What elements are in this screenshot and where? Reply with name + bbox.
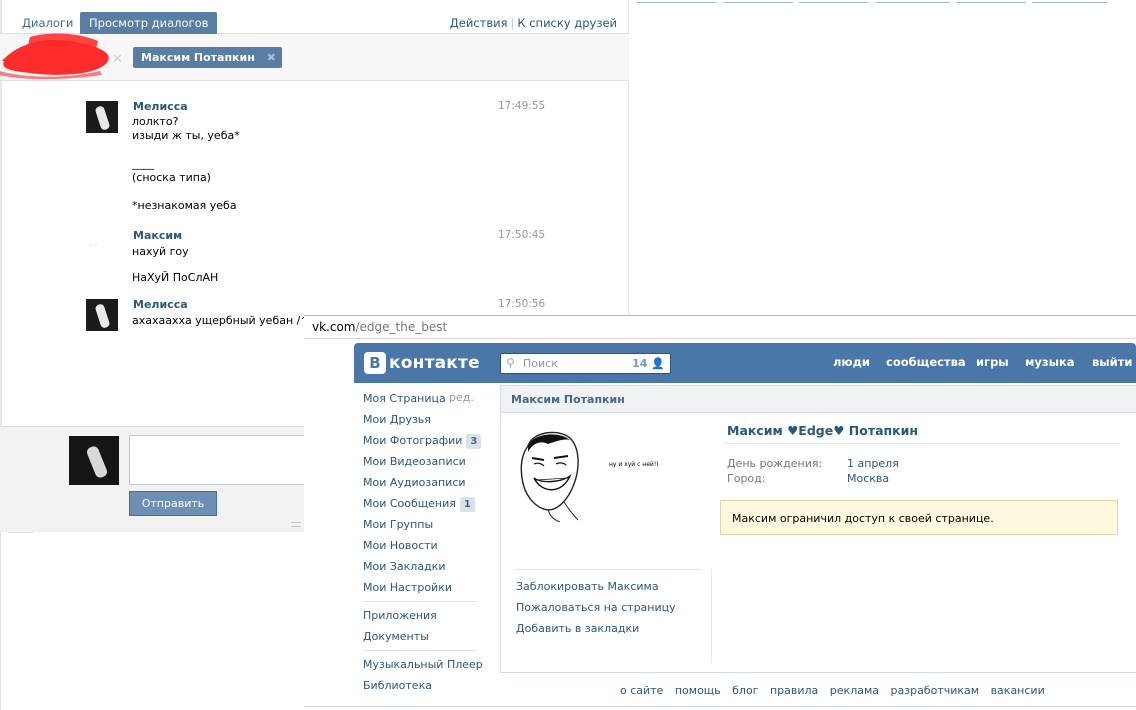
footer-link-blog[interactable]: блог <box>732 684 758 697</box>
count-badge: 3 <box>466 434 482 449</box>
sidebar-item-my-page[interactable]: Моя Страница <box>363 391 446 407</box>
message-input[interactable] <box>129 435 305 485</box>
sidebar-item-audio[interactable]: Мои Аудиозаписи <box>363 475 466 491</box>
nav-games[interactable]: игры <box>976 355 1009 369</box>
message-time: 17:50:45 <box>498 229 546 241</box>
city-value[interactable]: Москва <box>847 472 889 485</box>
resize-handle[interactable] <box>291 522 301 527</box>
sidebar-item-videos[interactable]: Мои Видеозаписи <box>363 454 466 470</box>
address-url: vk.com/edge_the_best <box>312 320 448 334</box>
sidebar-item-photos[interactable]: Мои Фотографии 3 <box>363 433 482 449</box>
sidebar-item-documents[interactable]: Документы <box>363 629 429 645</box>
friends-list-link[interactable]: К списку друзей <box>517 16 617 30</box>
sidebar-item-settings[interactable]: Мои Настройки <box>363 580 452 596</box>
message-item: — — Максим 17:50:45 нахуй гоу НаХуЙ ПоСл… <box>86 229 566 289</box>
send-button[interactable]: Отправить <box>129 491 217 516</box>
message-author[interactable]: Максим <box>133 229 182 242</box>
message-item: Мелисса 17:49:55 лолкто? изыди ж ты, уеб… <box>86 100 566 220</box>
footer-link-about[interactable]: о сайте <box>620 684 663 697</box>
privacy-notice: Максим ограничил доступ к своей странице… <box>720 500 1118 535</box>
sidebar-item-apps[interactable]: Приложения <box>363 608 437 624</box>
message-line: *незнакомая уеба <box>132 199 237 212</box>
nav-music[interactable]: музыка <box>1025 355 1075 369</box>
sidebar-edit-link[interactable]: ред. <box>449 391 474 404</box>
sidebar-item-groups[interactable]: Мои Группы <box>363 517 433 533</box>
sidebar-item-music-player[interactable]: Музыкальный Плеер <box>363 657 483 673</box>
message-line: изыди ж ты, уеба* <box>132 129 240 142</box>
address-bar[interactable]: vk.com/edge_the_best <box>304 315 1136 339</box>
footer-link-developers[interactable]: разработчикам <box>891 684 980 697</box>
message-line: (сноска типа) <box>132 171 211 184</box>
city-label: Город: <box>727 472 766 485</box>
birthday-label: День рождения: <box>727 457 823 470</box>
message-line: нахуй гоу <box>132 245 189 258</box>
message-line: ____ <box>132 157 154 170</box>
message-line: лолкто? <box>132 115 179 128</box>
message-time: 17:49:55 <box>498 100 546 112</box>
site-header: В контакте ⚲ Поиск 14 👤 люди сообщества … <box>354 343 1136 383</box>
profile-photo[interactable] <box>514 428 584 522</box>
profile-name: Максим ♥Edge♥ Потапкин <box>727 423 919 438</box>
sidebar-item-messages[interactable]: Мои Сообщения 1 <box>363 496 475 512</box>
avatar[interactable]: — — <box>86 230 118 262</box>
person-icon: 👤 <box>651 357 665 370</box>
search-icon: ⚲ <box>506 356 515 370</box>
footer-link-jobs[interactable]: вакансии <box>991 684 1045 697</box>
sidebar-item-bookmarks[interactable]: Мои Закладки <box>363 559 445 575</box>
count-badge: 1 <box>459 497 475 512</box>
actions-link[interactable]: Действия <box>450 16 508 30</box>
nav-people[interactable]: люди <box>833 355 870 369</box>
message-line: НаХуЙ ПоСлАН <box>132 271 219 284</box>
dialog-tabs: Диалоги Просмотр диалогов Действия | К спи… <box>0 0 629 34</box>
profile-window: vk.com/edge_the_best В контакте ⚲ Поиск … <box>304 315 1136 710</box>
profile-box-title: Максим Потапкин <box>501 386 1136 413</box>
redaction-scribble <box>0 33 109 80</box>
site-footer: о сайте помощь блог правила реклама разр… <box>620 684 1053 697</box>
footer-link-rules[interactable]: правила <box>770 684 818 697</box>
report-page-link[interactable]: Пожаловаться на страницу <box>516 601 676 614</box>
message-time: 17:50:56 <box>498 298 546 310</box>
footer-link-ads[interactable]: реклама <box>830 684 879 697</box>
online-count: 14 👤 <box>632 357 665 370</box>
search-placeholder: Поиск <box>523 357 558 370</box>
recipient-chip[interactable]: Максим Потапкин ✖ <box>133 47 282 68</box>
nav-communities[interactable]: сообщества <box>886 355 966 369</box>
close-icon[interactable]: ✕ <box>112 52 123 67</box>
background-window-edge <box>629 0 1136 4</box>
message-author[interactable]: Мелисса <box>133 100 188 113</box>
remove-recipient-icon[interactable]: ✖ <box>267 47 276 68</box>
tab-actions: Действия | К списку друзей <box>449 16 617 30</box>
photo-caption: ну и хуй с ней!) <box>609 461 659 468</box>
birthday-value[interactable]: 1 апреля <box>847 457 899 470</box>
message-author[interactable]: Мелисса <box>133 298 188 311</box>
sidebar-item-library[interactable]: Библиотека <box>363 678 432 694</box>
sidebar-item-friends[interactable]: Мои Друзья <box>363 412 431 428</box>
sidebar-item-news[interactable]: Мои Новости <box>363 538 438 554</box>
avatar[interactable] <box>69 436 119 485</box>
footer-link-help[interactable]: помощь <box>675 684 721 697</box>
recipient-name: Максим Потапкин <box>141 51 255 64</box>
nav-logout[interactable]: выйти <box>1092 355 1132 369</box>
search-input[interactable]: ⚲ Поиск 14 👤 <box>500 353 671 374</box>
block-user-link[interactable]: Заблокировать Максима <box>516 580 659 593</box>
add-bookmark-link[interactable]: Добавить в закладки <box>516 622 639 635</box>
avatar[interactable] <box>86 101 118 133</box>
avatar[interactable] <box>86 299 118 331</box>
